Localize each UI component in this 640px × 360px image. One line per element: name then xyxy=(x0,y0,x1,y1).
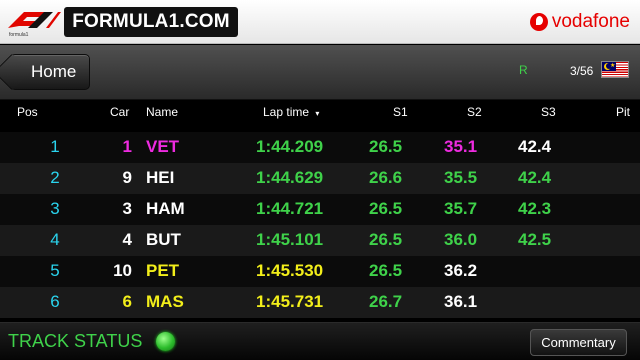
col-s3[interactable]: S3 xyxy=(541,105,556,119)
brand-bar: formula1 FORMULA1.COM vodafone xyxy=(0,0,640,44)
table-row[interactable]: 1 1 VET 1:44.209 26.5 35.1 42.4 xyxy=(0,132,640,163)
nav-bar: Home xyxy=(0,45,640,100)
sector2-cell: 35.5 xyxy=(444,168,478,187)
sector3-cell: 42.5 xyxy=(518,230,552,249)
timing-table: 1 1 VET 1:44.209 26.5 35.1 42.4 2 9 HEI 1:44.629 26… xyxy=(0,132,640,318)
col-name[interactable]: Name xyxy=(146,105,178,119)
home-button[interactable]: Home xyxy=(10,54,90,90)
table-row[interactable]: 2 9 HEI 1:44.629 26.6 35.5 42.4 xyxy=(0,163,640,194)
sector1-cell: 26.5 xyxy=(369,230,403,249)
table-row[interactable]: 3 3 HAM 1:44.721 26.5 35.7 42.3 xyxy=(0,194,640,225)
home-button-label: Home xyxy=(31,62,77,81)
session-indicator: R xyxy=(519,63,528,77)
svg-text:formula1: formula1 xyxy=(9,32,29,38)
flag-canton: ★ xyxy=(602,62,616,71)
sector3-cell: 42.4 xyxy=(518,168,552,187)
lap-counter: 3/56 xyxy=(570,64,594,78)
position-cell: 2 xyxy=(50,168,60,187)
sector2-cell: 35.1 xyxy=(444,137,478,156)
car-number-cell: 1 xyxy=(122,137,132,156)
driver-name-cell: BUT xyxy=(146,230,181,249)
lap-time-cell: 1:45.101 xyxy=(256,230,324,249)
sector1-cell: 26.6 xyxy=(369,168,403,187)
table-row[interactable]: 5 10 PET 1:45.530 26.5 36.2 xyxy=(0,256,640,287)
malaysia-flag-icon: ★ xyxy=(601,61,629,78)
sector1-cell: 26.5 xyxy=(369,261,403,280)
f1-logo-icon: formula1 xyxy=(8,12,61,38)
sector2-cell: 36.0 xyxy=(444,230,478,249)
vodafone-logo-icon xyxy=(529,13,548,31)
col-s2[interactable]: S2 xyxy=(467,105,482,119)
col-pos[interactable]: Pos xyxy=(17,105,38,119)
sector3-cell: 42.4 xyxy=(518,137,552,156)
position-cell: 6 xyxy=(50,292,60,311)
car-number-cell: 4 xyxy=(122,230,132,249)
col-car[interactable]: Car xyxy=(110,105,129,119)
car-number-cell: 9 xyxy=(122,168,132,187)
col-s1[interactable]: S1 xyxy=(393,105,408,119)
col-pit[interactable]: Pit xyxy=(616,105,630,119)
position-cell: 5 xyxy=(50,261,60,280)
sector2-cell: 35.7 xyxy=(444,199,478,218)
lap-time-cell: 1:44.721 xyxy=(256,199,324,218)
position-cell: 1 xyxy=(50,137,60,156)
formula1-site-badge: FORMULA1.COM xyxy=(64,7,238,37)
sector2-cell: 36.2 xyxy=(444,261,478,280)
driver-name-cell: PET xyxy=(146,261,180,280)
track-status-light-icon xyxy=(156,332,175,351)
car-number-cell: 6 xyxy=(122,292,132,311)
commentary-button[interactable]: Commentary xyxy=(530,329,627,356)
col-lap-time-label: Lap time xyxy=(263,105,310,119)
lap-time-cell: 1:45.530 xyxy=(256,261,324,280)
sector1-cell: 26.5 xyxy=(369,137,403,156)
lap-time-cell: 1:45.731 xyxy=(256,292,324,311)
vodafone-brand: vodafone xyxy=(529,11,630,33)
driver-name-cell: VET xyxy=(146,137,180,156)
table-row[interactable]: 4 4 BUT 1:45.101 26.5 36.0 42.5 xyxy=(0,225,640,256)
lap-time-cell: 1:44.209 xyxy=(256,137,324,156)
driver-name-cell: MAS xyxy=(146,292,184,311)
car-number-cell: 3 xyxy=(122,199,132,218)
position-cell: 4 xyxy=(50,230,60,249)
sector1-cell: 26.7 xyxy=(369,292,403,311)
col-lap-time[interactable]: Lap time ▾ xyxy=(263,105,319,119)
table-row[interactable]: 6 6 MAS 1:45.731 26.7 36.1 xyxy=(0,287,640,318)
table-header: Pos Car Name Lap time ▾ S1 S2 S3 Pit xyxy=(0,101,640,125)
vodafone-label: vodafone xyxy=(551,11,630,32)
driver-name-cell: HAM xyxy=(146,199,185,218)
sector2-cell: 36.1 xyxy=(444,292,478,311)
driver-name-cell: HEI xyxy=(146,168,175,187)
star-icon: ★ xyxy=(610,63,616,69)
car-number-cell: 10 xyxy=(113,261,132,280)
sector3-cell: 42.3 xyxy=(518,199,552,218)
footer-bar: TRACK STATUS Commentary xyxy=(0,322,640,360)
track-status-label: TRACK STATUS xyxy=(8,331,143,351)
position-cell: 3 xyxy=(50,199,60,218)
lap-time-cell: 1:44.629 xyxy=(256,168,324,187)
sort-down-icon: ▾ xyxy=(315,109,320,118)
sector1-cell: 26.5 xyxy=(369,199,403,218)
